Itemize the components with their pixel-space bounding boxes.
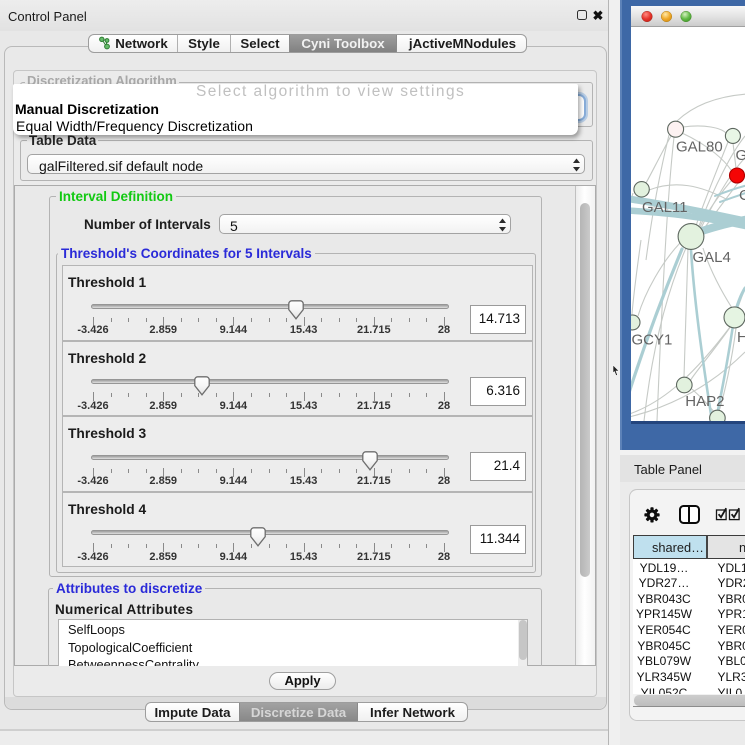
svg-text:GAL80: GAL80	[676, 139, 723, 156]
svg-text:HAP2: HAP2	[685, 393, 724, 410]
svg-text:GCY1: GCY1	[632, 332, 673, 349]
svg-text:H: H	[737, 329, 745, 346]
svg-text:GAL…: GAL…	[736, 147, 745, 164]
svg-text:GAL11: GAL11	[642, 199, 688, 216]
svg-text:GAL4: GAL4	[693, 249, 731, 266]
svg-text:C: C	[739, 187, 745, 204]
